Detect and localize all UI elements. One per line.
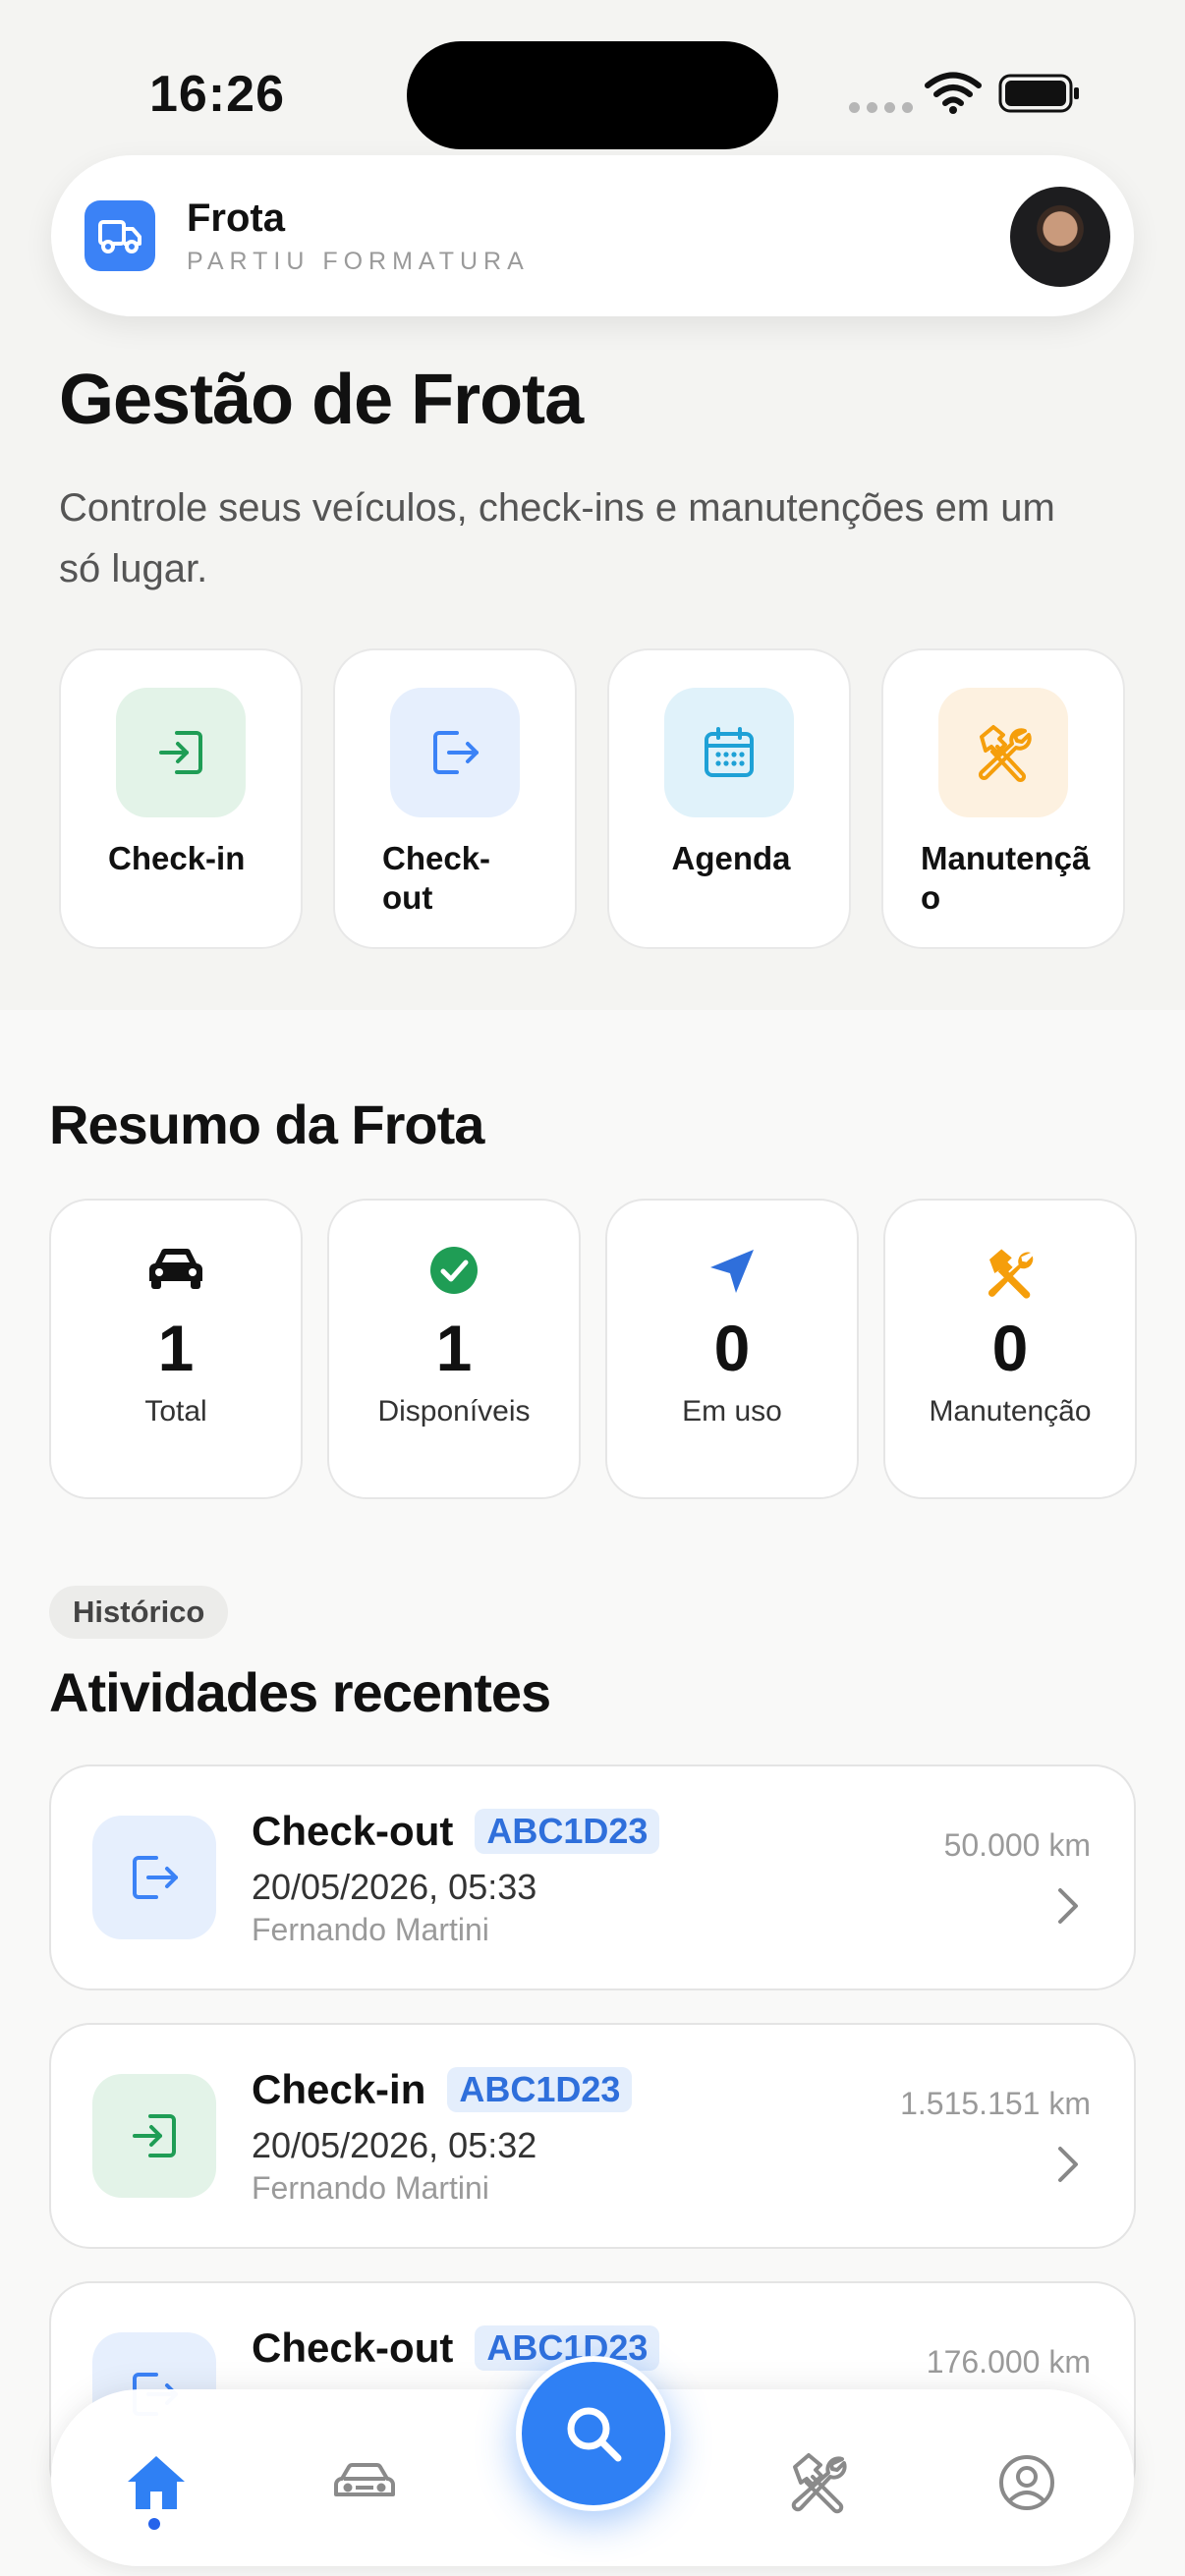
check-circle-icon	[329, 1246, 579, 1301]
activity-type: Check-out	[252, 2324, 454, 2371]
car-icon	[334, 2462, 395, 2496]
activity-km: 1.515.151 km	[900, 2086, 1091, 2121]
tools-icon	[791, 2453, 847, 2514]
battery-icon	[998, 74, 1079, 113]
calendar-icon	[664, 688, 794, 817]
activity-person: Fernando Martini	[252, 1912, 489, 1947]
chevron-right-icon	[1058, 1888, 1078, 1924]
logout-icon	[92, 1816, 216, 1939]
stat-in-use: 0 Em uso	[605, 1199, 859, 1499]
avatar[interactable]	[1010, 187, 1110, 287]
cellular-signal-icon	[849, 102, 913, 113]
activity-date: 20/05/2026, 05:32	[252, 2125, 537, 2165]
login-icon	[116, 688, 246, 817]
page-title: Gestão de Frota	[59, 361, 584, 439]
active-indicator	[148, 2518, 160, 2530]
logout-icon	[390, 688, 520, 817]
plate-badge: ABC1D23	[447, 2067, 633, 2112]
profile-icon	[999, 2455, 1054, 2510]
truck-icon	[85, 200, 155, 271]
stat-label: Disponíveis	[377, 1395, 531, 1428]
activity-km: 176.000 km	[926, 2344, 1091, 2380]
app-name: Frota	[187, 196, 285, 240]
quick-action-maintenance[interactable]: Manutenção	[881, 648, 1125, 949]
navigation-icon	[607, 1246, 857, 1301]
stat-total: 1 Total	[49, 1199, 303, 1499]
car-icon	[51, 1246, 301, 1301]
dynamic-island	[407, 41, 778, 149]
recent-activities-title: Atividades recentes	[49, 1661, 551, 1723]
summary-title: Resumo da Frota	[49, 1093, 484, 1155]
tools-icon	[885, 1246, 1135, 1301]
page-description: Controle seus veículos, check-ins e manu…	[59, 486, 1055, 590]
search-button[interactable]	[516, 2356, 671, 2511]
activity-type: Check-in	[252, 2066, 426, 2112]
quick-action-checkout[interactable]: Check-out	[333, 648, 577, 949]
quick-action-checkin[interactable]: Check-in	[59, 648, 303, 949]
quick-action-label: Manutenção	[921, 840, 1091, 916]
nav-home[interactable]	[122, 2448, 191, 2517]
plate-badge: ABC1D23	[475, 1809, 660, 1854]
history-chip: Histórico	[49, 1586, 229, 1639]
quick-action-agenda[interactable]: Agenda	[607, 648, 851, 949]
quick-action-label: Check-in	[108, 840, 246, 876]
stat-label: Em uso	[682, 1395, 782, 1428]
stat-label: Total	[144, 1395, 207, 1428]
stat-value: 1	[435, 1312, 473, 1384]
activity-person: Fernando Martini	[252, 2170, 489, 2206]
stat-value: 0	[713, 1312, 751, 1384]
quick-action-label: Agenda	[671, 840, 791, 876]
app-subtitle: PARTIU FORMATURA	[187, 248, 530, 275]
app-header: Frota PARTIU FORMATURA	[51, 155, 1134, 316]
stat-label: Manutenção	[929, 1395, 1092, 1428]
stat-maintenance: 0 Manutenção	[883, 1199, 1137, 1499]
wifi-icon	[925, 72, 982, 114]
status-time: 16:26	[149, 66, 285, 123]
activity-item[interactable]: Check-in ABC1D23 20/05/2026, 05:32 Ferna…	[49, 2023, 1136, 2249]
tools-icon	[938, 688, 1068, 817]
activity-date: 20/05/2026, 05:33	[252, 1867, 537, 1907]
search-icon	[567, 2407, 622, 2462]
nav-profile[interactable]	[992, 2448, 1061, 2517]
nav-maintenance[interactable]	[784, 2448, 853, 2517]
quick-action-label: Check-out	[382, 840, 491, 916]
stat-value: 0	[991, 1312, 1029, 1384]
activity-item[interactable]: Check-out ABC1D23 20/05/2026, 05:33 Fern…	[49, 1764, 1136, 1990]
chevron-right-icon	[1058, 2147, 1078, 2182]
login-icon	[92, 2074, 216, 2198]
activity-type: Check-out	[252, 1808, 454, 1854]
nav-vehicles[interactable]	[330, 2448, 399, 2517]
activity-km: 50.000 km	[943, 1827, 1091, 1863]
activity-title: Check-out ABC1D23	[252, 1808, 660, 1855]
activity-title: Check-in ABC1D23	[252, 2066, 633, 2113]
stat-value: 1	[157, 1312, 195, 1384]
stat-available: 1 Disponíveis	[327, 1199, 581, 1499]
home-icon	[128, 2456, 185, 2509]
